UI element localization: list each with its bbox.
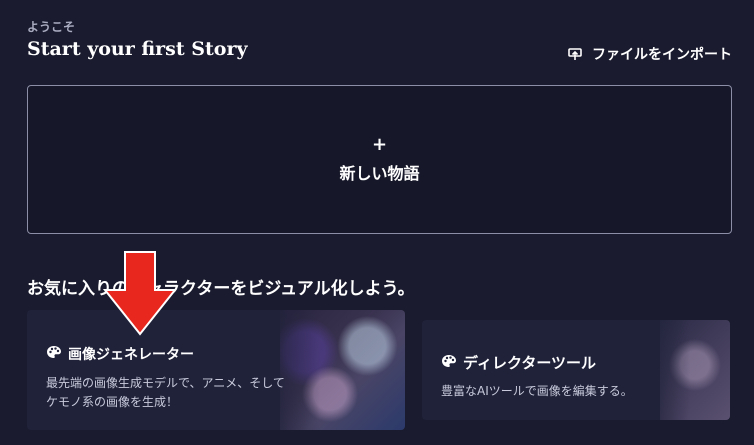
import-file-button[interactable]: ファイルをインポート bbox=[568, 44, 732, 64]
image-generator-card[interactable]: 画像ジェネレーター 最先端の画像生成モデルで、アニメ、そしてケモノ系の画像を生成… bbox=[27, 310, 405, 430]
card-description: 最先端の画像生成モデルで、アニメ、そしてケモノ系の画像を生成！ bbox=[46, 376, 285, 409]
plus-icon: + bbox=[371, 133, 388, 155]
import-file-label: ファイルをインポート bbox=[592, 47, 732, 63]
welcome-text: ようこそ bbox=[27, 20, 76, 34]
new-story-label: 新しい物語 bbox=[339, 163, 420, 183]
red-arrow-icon bbox=[103, 251, 178, 336]
card-description: 豊富なAIツールで画像を編集する。 bbox=[441, 384, 633, 398]
upload-box-icon bbox=[568, 47, 582, 61]
new-story-button[interactable]: + 新しい物語 bbox=[27, 85, 732, 234]
card-title: 画像ジェネレーター bbox=[68, 347, 194, 363]
page-title: Start your first Story bbox=[27, 38, 248, 60]
director-tools-card[interactable]: ディレクターツール 豊富なAIツールで画像を編集する。 bbox=[422, 320, 730, 420]
section-heading: お気に入りのキャラクターをビジュアル化しよう。 bbox=[27, 279, 415, 299]
palette-icon bbox=[46, 345, 62, 363]
card-title: ディレクターツール bbox=[463, 354, 597, 372]
palette-icon bbox=[441, 354, 457, 372]
